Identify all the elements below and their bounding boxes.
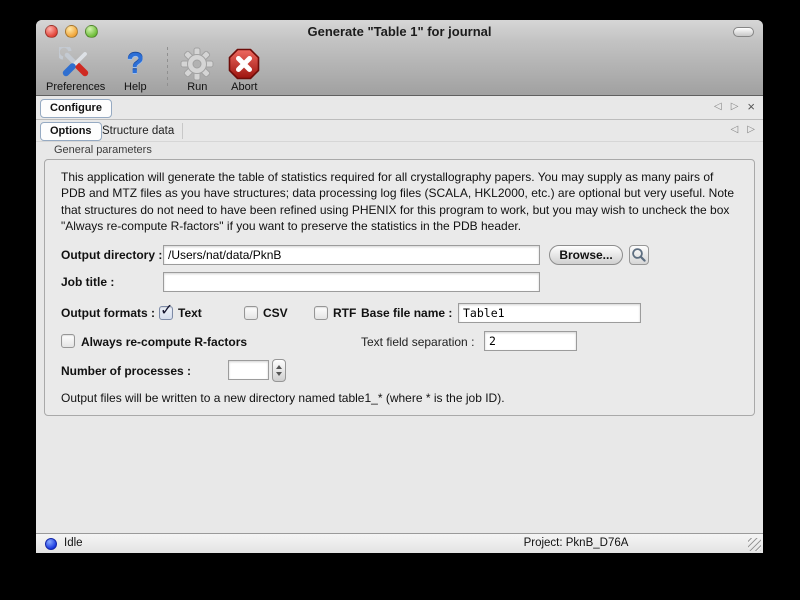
base-file-name-label: Base file name : (361, 303, 452, 323)
tab-configure[interactable]: Configure (40, 99, 112, 118)
checkbox-rtf-format[interactable]: ✓ (314, 306, 328, 320)
preferences-button[interactable]: Preferences (46, 47, 105, 93)
status-text: Idle (64, 537, 83, 549)
sub-tab-next-icon[interactable]: ▷ (747, 124, 755, 135)
output-directory-label: Output directory : (61, 245, 162, 265)
toolbar-toggle-button[interactable] (733, 27, 754, 37)
tools-icon (59, 47, 93, 81)
sub-tabbar: Options Structure data ◁ ▷ (36, 120, 763, 142)
gear-icon (180, 47, 214, 81)
job-title-input[interactable] (163, 272, 540, 292)
text-field-separation-input[interactable] (484, 331, 577, 351)
sub-tab-prev-icon[interactable]: ◁ (731, 124, 739, 135)
title-bar[interactable]: Generate "Table 1" for journal (36, 20, 763, 42)
preferences-label: Preferences (46, 81, 105, 93)
number-of-processes-label: Number of processes : (61, 361, 191, 381)
checkbox-recompute-r-factors[interactable]: ✓ (61, 334, 75, 348)
general-parameters-group: This application will generate the table… (44, 159, 755, 416)
app-window: Generate "Table 1" for journal Preferenc… (36, 20, 763, 553)
checkbox-rtf-label: RTF (333, 303, 356, 323)
run-button[interactable]: Run (180, 47, 214, 93)
status-bar: Idle Project: PknB_D76A (36, 533, 763, 553)
project-label: Project: PknB_D76A (476, 537, 676, 549)
text-field-separation-label: Text field separation : (361, 332, 474, 352)
notebook-tabbar: Configure ◁ ▷ × (36, 97, 763, 120)
tab-nav-controls: ◁ ▷ × (714, 101, 755, 112)
tab-prev-icon[interactable]: ◁ (714, 101, 722, 112)
magnifier-icon (631, 247, 647, 263)
recompute-r-factors-label: Always re-compute R-factors (81, 332, 247, 352)
toolbar-separator (167, 47, 168, 89)
abort-icon (227, 47, 261, 81)
job-title-label: Job title : (61, 272, 114, 292)
tab-structure-data[interactable]: Structure data (102, 125, 174, 137)
base-file-name-input[interactable] (458, 303, 641, 323)
abort-label: Abort (231, 81, 257, 93)
processes-stepper[interactable] (272, 359, 286, 382)
number-of-processes-input[interactable] (228, 360, 269, 380)
window-chrome: Generate "Table 1" for journal Preferenc… (36, 20, 763, 96)
tab-next-icon[interactable]: ▷ (731, 101, 739, 112)
main-area: Configure ◁ ▷ × Options Structure data ◁… (36, 97, 763, 533)
tab-separator (182, 123, 183, 139)
checkbox-csv-label: CSV (263, 303, 288, 323)
output-files-note: Output files will be written to a new di… (61, 391, 505, 405)
stepper-up-icon[interactable] (276, 365, 282, 369)
help-icon: ? (118, 47, 152, 81)
sub-tab-nav-controls: ◁ ▷ (731, 124, 755, 135)
checkbox-text-label: Text (178, 303, 202, 323)
run-label: Run (187, 81, 207, 93)
help-label: Help (124, 81, 147, 93)
stepper-down-icon[interactable] (276, 372, 282, 376)
tab-close-icon[interactable]: × (747, 102, 755, 112)
output-formats-label: Output formats : (61, 303, 155, 323)
checkbox-csv-format[interactable]: ✓ (244, 306, 258, 320)
checkbox-text-format[interactable]: ✓ (159, 306, 173, 320)
tab-options[interactable]: Options (40, 122, 102, 141)
toolbar: Preferences ? Help (36, 42, 763, 95)
status-idle-icon (45, 538, 57, 550)
help-button[interactable]: ? Help (118, 47, 152, 93)
app-description: This application will generate the table… (61, 169, 740, 234)
search-directory-button[interactable] (629, 245, 649, 265)
output-directory-input[interactable] (163, 245, 540, 265)
resize-grip[interactable] (748, 538, 761, 551)
browse-button[interactable]: Browse... (549, 245, 623, 265)
window-title: Generate "Table 1" for journal (36, 24, 763, 39)
abort-button[interactable]: Abort (227, 47, 261, 93)
group-title: General parameters (54, 144, 152, 156)
